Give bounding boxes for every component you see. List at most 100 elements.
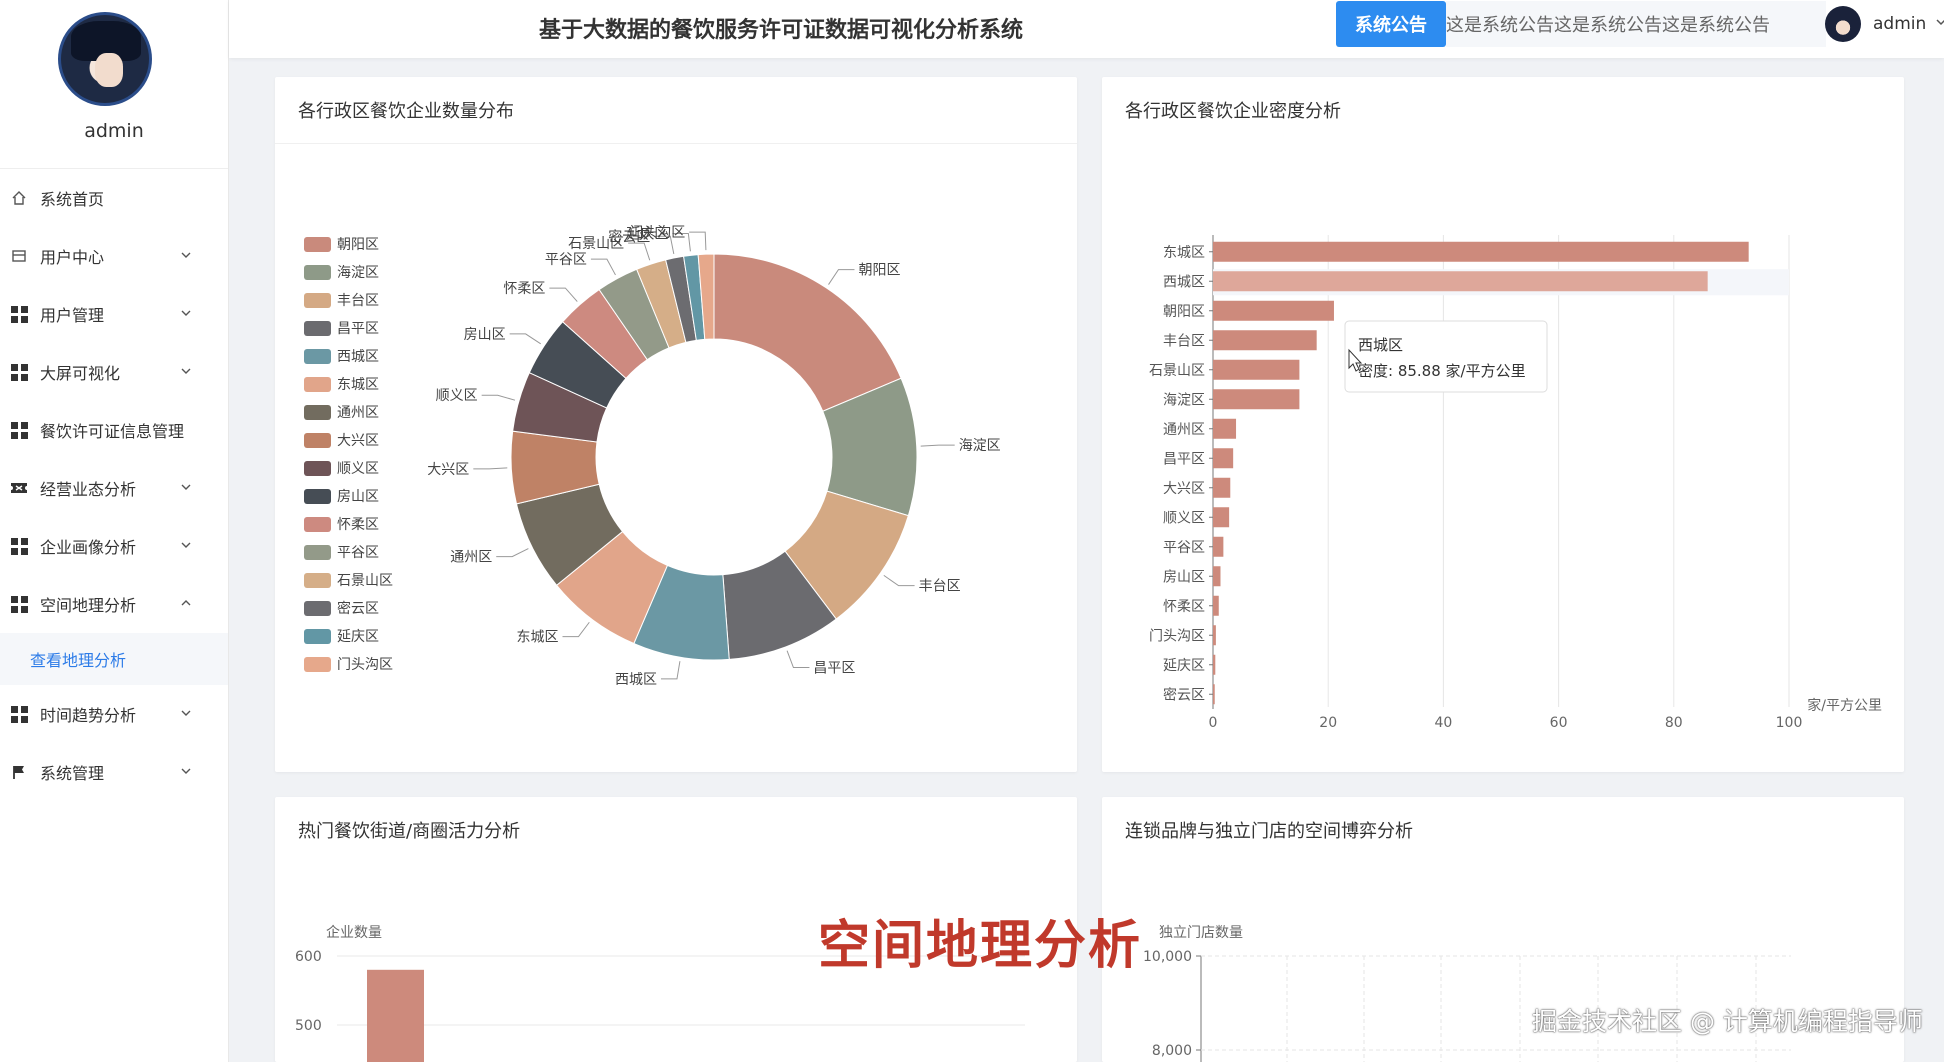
flag-icon: [10, 763, 28, 781]
grid-icon: [10, 363, 28, 381]
legend-swatch[interactable]: [304, 237, 331, 252]
y-tick-label: 朝阳区: [1163, 304, 1205, 320]
legend-swatch[interactable]: [304, 517, 331, 532]
legend-label[interactable]: 大兴区: [337, 433, 379, 449]
submenu-item-view-geo[interactable]: 查看地理分析: [0, 633, 228, 685]
header-username[interactable]: admin: [1873, 14, 1926, 34]
y-tick-label: 500: [295, 1018, 322, 1034]
density-bar[interactable]: [1213, 477, 1231, 498]
slice-label: 朝阳区: [858, 263, 900, 279]
legend-swatch[interactable]: [304, 573, 331, 588]
density-bar[interactable]: [1213, 389, 1300, 410]
y-tick-label: 延庆区: [1163, 658, 1205, 674]
sidebar-item-1[interactable]: 用户中心: [0, 227, 228, 285]
legend-label[interactable]: 昌平区: [337, 321, 379, 337]
legend-swatch[interactable]: [304, 265, 331, 280]
legend-swatch[interactable]: [304, 657, 331, 672]
sidebar-item-label: 系统首页: [40, 190, 105, 209]
legend-label[interactable]: 西城区: [337, 349, 379, 365]
density-bar[interactable]: [1213, 684, 1215, 705]
legend-swatch[interactable]: [304, 461, 331, 476]
y-tick-label: 通州区: [1163, 422, 1205, 438]
density-bar[interactable]: [1213, 241, 1749, 262]
sidebar-item-label: 用户管理: [40, 306, 105, 325]
legend-swatch[interactable]: [304, 601, 331, 616]
density-bar[interactable]: [1213, 448, 1234, 469]
sidebar-item-2[interactable]: 用户管理: [0, 285, 228, 343]
sidebar-menu: 系统首页用户中心用户管理大屏可视化餐饮许可证信息管理 经营业态分析 企业画像分析空间…: [0, 169, 228, 801]
density-bar[interactable]: [1213, 566, 1221, 587]
sidebar-item-6[interactable]: 企业画像分析: [0, 517, 228, 575]
sidebar-item-9[interactable]: 系统管理: [0, 743, 228, 801]
legend-swatch[interactable]: [304, 405, 331, 420]
chevron-down-icon[interactable]: [180, 481, 192, 493]
sidebar-item-4[interactable]: 餐饮许可证信息管理: [0, 401, 228, 459]
legend-swatch[interactable]: [304, 377, 331, 392]
density-bar[interactable]: [1213, 330, 1317, 351]
chevron-down-icon[interactable]: [180, 365, 192, 377]
chevron-down-icon[interactable]: [180, 707, 192, 719]
x-tick-label: 40: [1434, 715, 1452, 731]
legend-swatch[interactable]: [304, 545, 331, 560]
density-bar[interactable]: [1213, 300, 1334, 321]
legend-label[interactable]: 门头沟区: [337, 657, 393, 673]
chevron-down-icon[interactable]: [180, 539, 192, 551]
sidebar-item-3[interactable]: 大屏可视化: [0, 343, 228, 401]
chevron-down-icon[interactable]: [180, 765, 192, 777]
legend-label[interactable]: 平谷区: [337, 545, 379, 561]
density-bar[interactable]: [1213, 654, 1216, 675]
sidebar-item-8[interactable]: 时间趋势分析: [0, 685, 228, 743]
y-tick-label: 石景山区: [1149, 363, 1205, 379]
tooltip-title: 西城区: [1358, 336, 1403, 354]
legend-swatch[interactable]: [304, 433, 331, 448]
label-leader: [481, 394, 516, 401]
sidebar-item-7[interactable]: 空间地理分析: [0, 575, 228, 633]
notice-button[interactable]: 系统公告: [1336, 1, 1446, 47]
density-bar[interactable]: [1213, 271, 1708, 292]
x-tick-label: 80: [1665, 715, 1683, 731]
legend-label[interactable]: 朝阳区: [337, 237, 379, 253]
density-bar[interactable]: [1213, 536, 1224, 557]
legend-label[interactable]: 怀柔区: [337, 517, 379, 533]
legend-swatch[interactable]: [304, 489, 331, 504]
legend-label[interactable]: 通州区: [337, 405, 379, 421]
street-bar[interactable]: [367, 969, 424, 1062]
density-bar[interactable]: [1213, 595, 1219, 616]
slice-label: 海淀区: [959, 438, 1001, 454]
x-tick-label: 20: [1319, 715, 1337, 731]
chevron-down-icon[interactable]: [180, 249, 192, 261]
grid-icon: [10, 705, 28, 723]
legend-label[interactable]: 房山区: [337, 489, 379, 505]
legend-label[interactable]: 延庆区: [337, 629, 379, 645]
sidebar-item-5[interactable]: 经营业态分析: [0, 459, 228, 517]
legend-swatch[interactable]: [304, 321, 331, 336]
density-bar[interactable]: [1213, 625, 1216, 646]
chevron-down-icon[interactable]: [180, 307, 192, 319]
y-tick-label: 顺义区: [1163, 510, 1205, 526]
legend-label[interactable]: 丰台区: [337, 293, 379, 309]
chevron-down-icon[interactable]: [1935, 16, 1944, 28]
label-leader: [590, 258, 616, 276]
sidebar-item-0[interactable]: 系统首页: [0, 169, 228, 227]
user-avatar[interactable]: [58, 12, 152, 106]
legend-swatch[interactable]: [304, 629, 331, 644]
sidebar-item-label: 大屏可视化: [40, 364, 121, 383]
legend-label[interactable]: 海淀区: [337, 265, 379, 281]
slice-label: 门头沟区: [629, 225, 685, 241]
density-bar[interactable]: [1213, 507, 1230, 528]
chevron-up-icon[interactable]: [180, 597, 192, 609]
legend-label[interactable]: 石景山区: [337, 573, 393, 589]
density-bar[interactable]: [1213, 359, 1300, 380]
legend-label[interactable]: 密云区: [337, 600, 379, 617]
y-tick-label: 西城区: [1163, 274, 1205, 290]
legend-swatch[interactable]: [304, 293, 331, 308]
header-avatar[interactable]: [1825, 6, 1861, 42]
legend-label[interactable]: 顺义区: [337, 461, 379, 477]
slice-label: 昌平区: [813, 661, 855, 677]
grid-icon: [10, 421, 28, 439]
legend-swatch[interactable]: [304, 349, 331, 364]
watermark: 掘金技术社区 @ 计算机编程指导师: [1532, 1007, 1923, 1036]
density-bar[interactable]: [1213, 418, 1237, 439]
sidebar-item-label: 空间地理分析: [40, 596, 137, 615]
legend-label[interactable]: 东城区: [337, 377, 379, 393]
